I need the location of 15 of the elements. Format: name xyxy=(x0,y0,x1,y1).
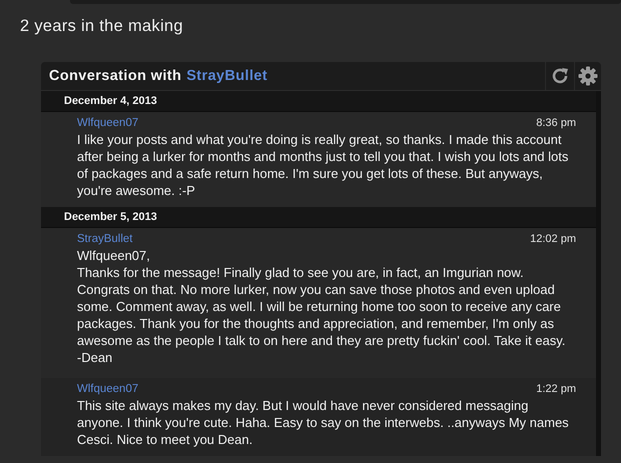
message-text: -Dean xyxy=(77,349,114,366)
message-text: Thanks for the message! Finally glad to see you are, in fact, an Imgurian now. Congrats on that. No more lurker, now you can save those photos and even upload some. Comment away, as well. I will be returning home too soon to receive any care packages. Thank you for the thoughts and appreciation, and remember, I'm only as awesome as the people I talk to on here and they are pretty fuckin' cool. Take it easy. xyxy=(77,264,566,349)
page-title: 2 years in the making xyxy=(20,16,184,36)
author-link[interactable]: Wlfqueen07 xyxy=(77,116,138,131)
message-text: This site always makes my day. But I would have never considered messaging anyone. I think you're cute. Haha. Easy to say on the interwebs. ..anyways My names Cesci. Nice to meet you Dean. xyxy=(77,397,570,448)
message-time: 12:02 pm xyxy=(530,233,576,245)
message-time: 8:36 pm xyxy=(536,117,576,129)
author-link[interactable]: Wlfqueen07 xyxy=(77,382,138,397)
author-link[interactable]: StrayBullet xyxy=(77,232,133,247)
message-time: 1:22 pm xyxy=(536,383,576,395)
partner-link[interactable]: StrayBullet xyxy=(186,68,268,84)
conversation-title: Conversation with xyxy=(49,68,182,84)
settings-icon xyxy=(578,66,598,86)
message-text: Wlfqueen07, xyxy=(77,247,151,264)
message-text: I like your posts and what you're doing is really great, so thanks. I made this account after being a lurker for months and months just to tell you that. I wish you lots and lots of packages and a safe return home. I'm sure you get lots of these. But anyways, you're awesome. :-P xyxy=(77,131,570,199)
